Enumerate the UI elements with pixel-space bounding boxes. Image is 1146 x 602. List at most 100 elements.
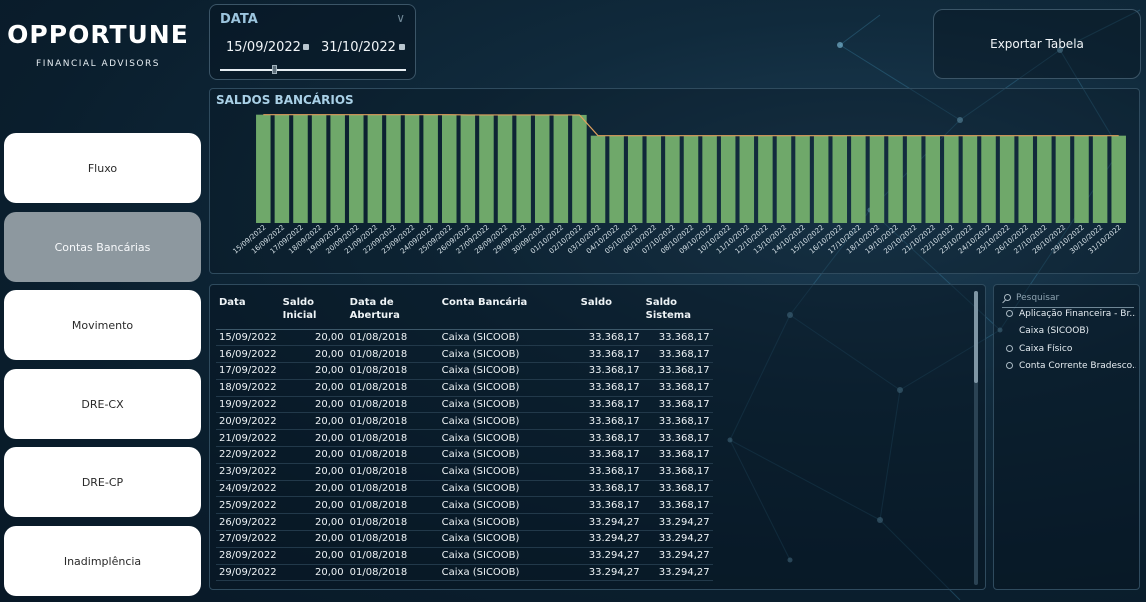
chart-bar[interactable] bbox=[311, 114, 327, 223]
chart-bar[interactable] bbox=[851, 135, 866, 223]
chart-bar[interactable] bbox=[479, 114, 494, 223]
chart-bar[interactable] bbox=[795, 135, 810, 223]
slicer-item-conta-corrente-bradesco[interactable]: Conta Corrente Bradesco... bbox=[1006, 361, 1136, 371]
chart-bar[interactable] bbox=[1111, 135, 1126, 223]
date-slider-handle[interactable] bbox=[272, 65, 277, 74]
slicer-search-input[interactable]: Pesquisar bbox=[1002, 293, 1134, 308]
table-row: 28/09/2022 20,00 01/08/2018 Caixa (SICOOB) 3… bbox=[216, 547, 713, 565]
table-cell: 33.368,17 bbox=[642, 396, 713, 414]
table-cell: Caixa (SICOOB) bbox=[438, 396, 578, 414]
table-cell: 21/09/2022 bbox=[216, 429, 280, 448]
column-header-saldo[interactable]: Saldo bbox=[577, 291, 643, 330]
chart-bar[interactable] bbox=[330, 114, 345, 223]
table-cell: 15/09/2022 bbox=[216, 329, 280, 347]
chart-bar[interactable] bbox=[349, 114, 364, 223]
chart-bar[interactable] bbox=[720, 135, 736, 223]
table-cell: 33.368,17 bbox=[642, 412, 713, 431]
nav-inadimplencia-button[interactable]: Inadimplência bbox=[4, 526, 201, 596]
chart-bar[interactable] bbox=[1055, 135, 1071, 223]
table-cell: Caixa (SICOOB) bbox=[438, 530, 578, 548]
table-cell: 33.368,17 bbox=[642, 463, 713, 481]
table-row: 20/09/2022 20,00 01/08/2018 Caixa (SICOOB) 3… bbox=[216, 412, 713, 431]
column-header-saldo-sistema[interactable]: Saldo Sistema bbox=[642, 291, 713, 330]
chart-bar[interactable] bbox=[627, 135, 643, 223]
chart-bar[interactable] bbox=[1092, 135, 1108, 223]
date-slider-track[interactable] bbox=[220, 69, 406, 71]
chart-bar[interactable] bbox=[274, 114, 290, 223]
start-date-input[interactable]: 15/09/2022 bbox=[226, 40, 301, 55]
chart-bar[interactable] bbox=[665, 135, 680, 223]
column-header-data[interactable]: Data bbox=[216, 291, 280, 330]
chart-bar[interactable] bbox=[1018, 135, 1033, 223]
chart-bar[interactable] bbox=[906, 135, 922, 223]
column-header-conta-bancaria[interactable]: Conta Bancária bbox=[438, 291, 578, 330]
slicer-item-label: Caixa Físico bbox=[1019, 344, 1073, 354]
chart-bar[interactable] bbox=[572, 114, 587, 223]
table-cell: 27/09/2022 bbox=[216, 530, 280, 548]
chart-bar[interactable] bbox=[1037, 135, 1052, 223]
chart-bar[interactable] bbox=[869, 135, 885, 223]
nav-fluxo-button[interactable]: Fluxo bbox=[4, 133, 201, 203]
export-table-button[interactable]: Exportar Tabela bbox=[933, 9, 1141, 79]
chart-bar[interactable] bbox=[442, 114, 457, 223]
account-slicer-panel: Pesquisar Aplicação Financeira - Br... C… bbox=[993, 284, 1140, 590]
chevron-down-icon[interactable]: ∨ bbox=[396, 11, 405, 25]
chart-bar[interactable] bbox=[962, 135, 978, 223]
table-cell: 33.368,17 bbox=[642, 379, 713, 397]
chart-bar[interactable] bbox=[256, 114, 271, 223]
nav-dre-cx-button[interactable]: DRE-CX bbox=[4, 369, 201, 439]
chart-bar[interactable] bbox=[460, 114, 476, 223]
slicer-item-label: Aplicação Financeira - Br... bbox=[1019, 309, 1136, 319]
column-header-data-abertura[interactable]: Data de Abertura bbox=[346, 291, 439, 330]
chart-bar[interactable] bbox=[739, 135, 755, 223]
chart-bar[interactable] bbox=[981, 135, 996, 223]
chart-bar[interactable] bbox=[702, 135, 717, 223]
chart-bar[interactable] bbox=[1074, 135, 1089, 223]
table-cell: 01/08/2018 bbox=[346, 446, 439, 464]
table-cell: Caixa (SICOOB) bbox=[438, 463, 578, 481]
chart-bar[interactable] bbox=[534, 114, 550, 223]
chart-bar[interactable] bbox=[646, 135, 662, 223]
table-scrollbar-thumb[interactable] bbox=[974, 291, 978, 383]
column-header-saldo-inicial[interactable]: Saldo Inicial bbox=[279, 291, 347, 330]
table-cell: Caixa (SICOOB) bbox=[438, 362, 578, 380]
slicer-item-caixa-sicoob[interactable]: Caixa (SICOOB) bbox=[1006, 326, 1136, 336]
calendar-icon[interactable] bbox=[399, 44, 405, 50]
chart-bar[interactable] bbox=[553, 114, 569, 223]
chart-bar[interactable] bbox=[776, 135, 792, 223]
slicer-item-caixa-fisico[interactable]: Caixa Físico bbox=[1006, 344, 1136, 354]
chart-bar[interactable] bbox=[609, 135, 624, 223]
table-cell: 33.368,17 bbox=[577, 446, 643, 464]
table-cell: 01/08/2018 bbox=[346, 429, 439, 448]
nav-contas-bancarias-button[interactable]: Contas Bancárias bbox=[4, 212, 201, 282]
chart-bar[interactable] bbox=[516, 114, 531, 223]
date-filter-title: DATA bbox=[220, 12, 258, 27]
nav-dre-cp-button[interactable]: DRE-CP bbox=[4, 447, 201, 517]
end-date-input[interactable]: 31/10/2022 bbox=[321, 40, 396, 55]
chart-bar[interactable] bbox=[497, 114, 513, 223]
chart-bar[interactable] bbox=[999, 135, 1015, 223]
nav-movimento-button[interactable]: Movimento bbox=[4, 290, 201, 360]
chart-bar[interactable] bbox=[404, 114, 420, 223]
chart-bar[interactable] bbox=[590, 135, 606, 223]
chart-bar[interactable] bbox=[832, 135, 848, 223]
slicer-item-aplicacao-financeira[interactable]: Aplicação Financeira - Br... bbox=[1006, 309, 1136, 319]
radio-icon bbox=[1006, 345, 1013, 352]
chart-bar[interactable] bbox=[367, 114, 383, 223]
table-cell: Caixa (SICOOB) bbox=[438, 412, 578, 431]
chart-bar[interactable] bbox=[683, 135, 699, 223]
chart-bar[interactable] bbox=[423, 114, 438, 223]
table-cell: 24/09/2022 bbox=[216, 480, 280, 498]
chart-bar[interactable] bbox=[944, 135, 959, 223]
chart-bar[interactable] bbox=[758, 135, 773, 223]
chart-bar[interactable] bbox=[888, 135, 903, 223]
chart-bar[interactable] bbox=[386, 114, 401, 223]
table-cell: 20,00 bbox=[279, 463, 347, 481]
chart-bar[interactable] bbox=[813, 135, 829, 223]
table-cell: 20,00 bbox=[279, 480, 347, 498]
calendar-icon[interactable] bbox=[303, 44, 309, 50]
table-cell: 33.294,27 bbox=[642, 530, 713, 548]
chart-bar[interactable] bbox=[293, 114, 308, 223]
table-cell: 33.368,17 bbox=[642, 362, 713, 380]
chart-bar[interactable] bbox=[925, 135, 940, 223]
